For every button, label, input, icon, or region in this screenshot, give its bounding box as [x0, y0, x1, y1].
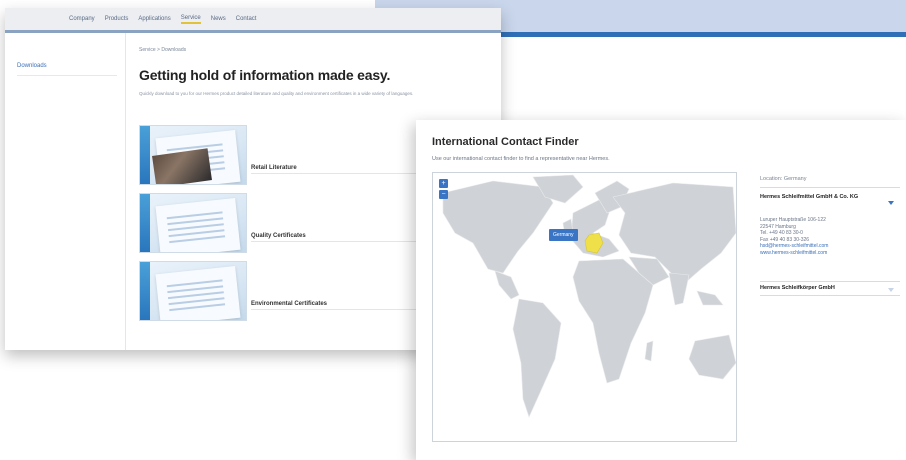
download-item-title[interactable]: Quality Certificates — [251, 233, 306, 239]
contact-finder-title: International Contact Finder — [432, 136, 579, 148]
nav-item-news[interactable]: News — [211, 16, 226, 22]
download-item-title[interactable]: Environmental Certificates — [251, 301, 327, 307]
expand-arrow-icon[interactable] — [888, 288, 894, 292]
brochure-thumbnail-icon[interactable] — [139, 125, 247, 185]
contact-finder-subtitle: Use our international contact finder to … — [432, 156, 610, 162]
download-item-title[interactable]: Retail Literature — [251, 165, 297, 171]
top-navigation: Company Products Applications Service Ne… — [5, 8, 501, 33]
nav-item-service[interactable]: Service — [180, 15, 201, 24]
certificate-thumbnail-icon[interactable] — [139, 261, 247, 321]
map-country-tooltip: Germany — [549, 229, 578, 241]
sidebar-item-downloads[interactable]: Downloads — [17, 63, 117, 76]
company-1-name[interactable]: Hermes Schleifmittel GmbH & Co. KG — [760, 194, 870, 201]
world-map[interactable]: + − Germany — [432, 172, 737, 442]
background-accent-line — [500, 32, 906, 37]
zoom-out-button[interactable]: − — [439, 190, 448, 199]
website-link[interactable]: www.hermes-schleifmittel.com — [760, 250, 900, 257]
sidebar: Downloads — [5, 33, 126, 350]
company-2-name[interactable]: Hermes Schleifkörper GmbH — [760, 285, 835, 291]
certificate-thumbnail-icon[interactable] — [139, 193, 247, 253]
divider — [760, 187, 900, 188]
divider — [760, 295, 900, 296]
world-map-graphic — [442, 174, 736, 418]
divider — [760, 281, 900, 282]
zoom-in-button[interactable]: + — [439, 179, 448, 188]
expand-arrow-icon[interactable] — [888, 201, 894, 205]
contact-finder-window: International Contact Finder Use our int… — [416, 120, 906, 460]
nav-item-company[interactable]: Company — [69, 16, 95, 22]
page-intro: Quickly download to you for our Hermes p… — [139, 91, 414, 96]
nav-item-products[interactable]: Products — [105, 16, 129, 22]
location-label: Location: Germany — [760, 176, 807, 182]
nav-item-contact[interactable]: Contact — [236, 16, 257, 22]
page-title: Getting hold of information made easy. — [139, 67, 391, 83]
nav-item-applications[interactable]: Applications — [138, 16, 170, 22]
company-1-details: Luruper Hauptstraße 106-122 22547 Hambur… — [760, 217, 900, 256]
breadcrumb[interactable]: Service > Downloads — [139, 47, 186, 53]
